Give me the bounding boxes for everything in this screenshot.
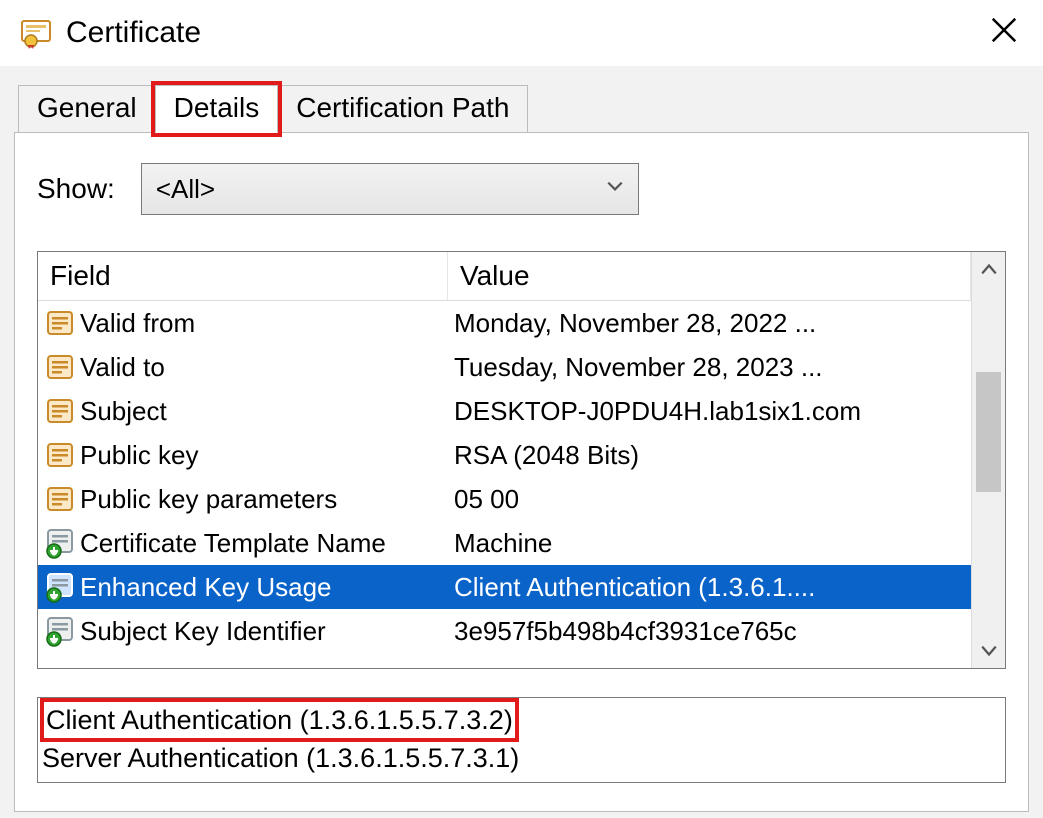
details-line-2: Server Authentication (1.3.6.1.5.5.7.3.1… (42, 740, 1001, 776)
details-text: Server Authentication (1.3.6.1.5.5.7.3.1… (42, 743, 519, 773)
column-header-label: Value (460, 260, 530, 291)
row-value-cell: Monday, November 28, 2022 ... (448, 308, 971, 339)
row-value-text: Tuesday, November 28, 2023 ... (454, 352, 823, 382)
row-value-text: Monday, November 28, 2022 ... (454, 308, 816, 338)
show-dropdown[interactable]: <All> (141, 163, 639, 215)
vertical-scrollbar[interactable] (971, 252, 1005, 668)
tab-label: Details (174, 92, 260, 123)
details-line-1: Client Authentication (1.3.6.1.5.5.7.3.2… (42, 700, 1001, 740)
row-field-cell: Public key parameters (38, 483, 448, 515)
row-field-cell: Subject (38, 395, 448, 427)
row-field-text: Public key (80, 440, 199, 471)
tab-label: Certification Path (296, 92, 509, 123)
show-label: Show: (37, 173, 115, 205)
tab-label: General (37, 92, 137, 123)
row-field-cell: Certificate Template Name (38, 527, 448, 559)
tab-row: General Details Certification Path (18, 84, 1029, 132)
property-icon (44, 395, 76, 427)
list-scroll: Field Value Valid from Monday, November 2… (38, 252, 971, 668)
row-field-text: Public key parameters (80, 484, 337, 515)
extension-icon (44, 527, 76, 559)
title-left: Certificate (20, 16, 201, 50)
list-row[interactable]: Public key RSA (2048 Bits) (38, 433, 971, 477)
row-value-cell: Tuesday, November 28, 2023 ... (448, 352, 971, 383)
row-field-text: Valid to (80, 352, 165, 383)
row-field-cell: Subject Key Identifier (38, 615, 448, 647)
tab-details[interactable]: Details (155, 85, 279, 133)
property-icon (44, 483, 76, 515)
chevron-down-icon (606, 177, 624, 201)
scroll-up-button[interactable] (972, 252, 1005, 288)
column-header-value[interactable]: Value (448, 252, 971, 300)
list-rows: Valid fromMonday, November 28, 2022 ...V… (38, 301, 971, 653)
show-row: Show: <All> (37, 163, 1006, 215)
column-header-label: Field (50, 260, 111, 291)
tab-certification-path[interactable]: Certification Path (277, 85, 528, 133)
row-value-text: Client Authentication (1.3.6.1.... (454, 572, 815, 602)
row-value-cell: DESKTOP-J0PDU4H.lab1six1.com (448, 396, 971, 427)
dialog-body: General Details Certification Path Show:… (0, 66, 1043, 818)
close-icon (989, 12, 1019, 53)
list-row[interactable]: Subject DESKTOP-J0PDU4H.lab1six1.com (38, 389, 971, 433)
scroll-down-button[interactable] (972, 632, 1005, 668)
row-value-text: DESKTOP-J0PDU4H.lab1six1.com (454, 396, 861, 426)
row-field-text: Enhanced Key Usage (80, 572, 332, 603)
row-value-cell: Machine (448, 528, 971, 559)
row-value-cell: Client Authentication (1.3.6.1.... (448, 572, 971, 603)
row-value-cell: 05 00 (448, 484, 971, 515)
show-dropdown-value: <All> (156, 174, 215, 205)
property-icon (44, 439, 76, 471)
row-field-text: Subject (80, 396, 167, 427)
scroll-track[interactable] (972, 288, 1005, 632)
row-value-text: 3e957f5b498b4cf3931ce765c (454, 616, 797, 646)
column-header-field[interactable]: Field (38, 252, 448, 300)
row-value-text: Machine (454, 528, 552, 558)
details-panel: Show: <All> Field Value (14, 132, 1029, 812)
list-row[interactable]: Certificate Template Name Machine (38, 521, 971, 565)
list-headers: Field Value (38, 252, 971, 301)
row-field-cell: Valid from (38, 307, 448, 339)
list-row[interactable]: Valid to Tuesday, November 28, 2023 ... (38, 345, 971, 389)
list-row[interactable]: Public key parameters 05 00 (38, 477, 971, 521)
list-row[interactable]: Valid from Monday, November 28, 2022 ... (38, 301, 971, 345)
close-button[interactable] (979, 9, 1029, 57)
list-row[interactable]: Enhanced Key Usage Client Authentication … (38, 565, 971, 609)
property-icon (44, 307, 76, 339)
field-details-pane: Client Authentication (1.3.6.1.5.5.7.3.2… (37, 697, 1006, 783)
list-row[interactable]: Subject Key Identifier 3e957f5b498b4cf393… (38, 609, 971, 653)
certificate-icon (20, 17, 52, 49)
row-value-cell: 3e957f5b498b4cf3931ce765c (448, 616, 971, 647)
window-title: Certificate (66, 16, 201, 50)
row-field-cell: Valid to (38, 351, 448, 383)
row-field-text: Subject Key Identifier (80, 616, 326, 647)
title-bar: Certificate (0, 0, 1043, 66)
row-value-cell: RSA (2048 Bits) (448, 440, 971, 471)
tab-general[interactable]: General (18, 85, 156, 133)
scroll-thumb[interactable] (976, 372, 1001, 492)
extension-icon (44, 615, 76, 647)
row-value-text: RSA (2048 Bits) (454, 440, 639, 470)
row-value-text: 05 00 (454, 484, 519, 514)
row-field-text: Valid from (80, 308, 195, 339)
extension-icon (44, 571, 76, 603)
row-field-cell: Public key (38, 439, 448, 471)
details-text: Client Authentication (1.3.6.1.5.5.7.3.2… (46, 705, 513, 735)
row-field-text: Certificate Template Name (80, 528, 386, 559)
property-icon (44, 351, 76, 383)
row-field-cell: Enhanced Key Usage (38, 571, 448, 603)
fields-listbox: Field Value Valid from Monday, November 2… (37, 251, 1006, 669)
